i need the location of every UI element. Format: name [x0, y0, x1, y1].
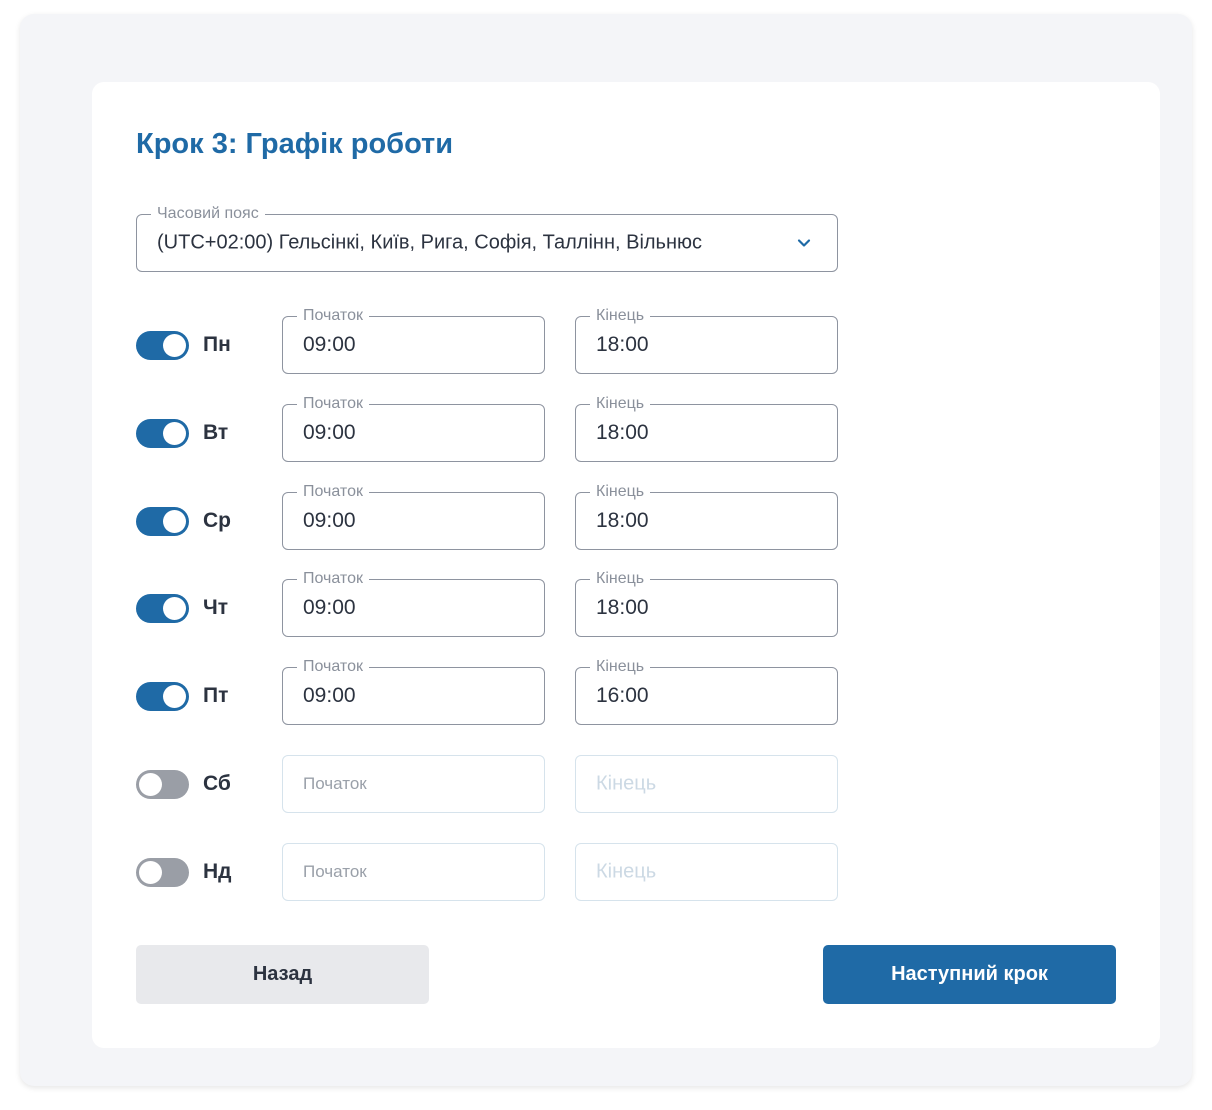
start-time-sunday[interactable]: Початок	[282, 843, 545, 901]
day-row-wednesday: Ср Початок 09:00 Кінець 18:00	[136, 482, 838, 550]
start-label: Початок	[297, 569, 369, 589]
toggle-knob	[163, 334, 186, 357]
toggle-tuesday[interactable]	[136, 419, 189, 448]
next-step-button[interactable]: Наступний крок	[823, 945, 1116, 1004]
start-label: Початок	[297, 306, 369, 326]
day-label-monday: Пн	[203, 333, 231, 356]
day-row-thursday: Чт Початок 09:00 Кінець 18:00	[136, 569, 838, 637]
day-row-saturday: Сб Початок Кінець	[136, 755, 838, 813]
day-row-tuesday: Вт Початок 09:00 Кінець 18:00	[136, 394, 838, 462]
start-label: Початок	[297, 657, 369, 677]
end-value: 18:00	[596, 509, 649, 532]
timezone-label: Часовий пояс	[151, 204, 265, 224]
end-value: 18:00	[596, 596, 649, 619]
toggle-monday[interactable]	[136, 331, 189, 360]
toggle-thursday[interactable]	[136, 594, 189, 623]
toggle-friday[interactable]	[136, 682, 189, 711]
end-label: Кінець	[590, 482, 651, 502]
end-label: Кінець	[590, 569, 651, 589]
end-placeholder: Кінець	[596, 772, 657, 795]
end-time-thursday[interactable]: Кінець 18:00	[575, 569, 838, 637]
day-row-friday: Пт Початок 09:00 Кінець 16:00	[136, 657, 838, 725]
schedule-card: Крок 3: Графік роботи Часовий пояс (UTC+…	[92, 82, 1160, 1048]
start-time-thursday[interactable]: Початок 09:00	[282, 569, 545, 637]
start-value: 09:00	[303, 421, 356, 444]
day-label-thursday: Чт	[203, 596, 229, 619]
start-placeholder: Початок	[303, 774, 367, 793]
end-time-monday[interactable]: Кінець 18:00	[575, 306, 838, 374]
end-time-tuesday[interactable]: Кінець 18:00	[575, 394, 838, 462]
end-value: 18:00	[596, 421, 649, 444]
end-label: Кінець	[590, 394, 651, 414]
toggle-wednesday[interactable]	[136, 507, 189, 536]
toggle-knob	[163, 597, 186, 620]
toggle-knob	[163, 685, 186, 708]
start-time-saturday[interactable]: Початок	[282, 755, 545, 813]
end-placeholder: Кінець	[596, 860, 657, 883]
end-label: Кінець	[590, 657, 651, 677]
start-label: Початок	[297, 482, 369, 502]
toggle-knob	[139, 773, 162, 796]
timezone-select[interactable]: Часовий пояс (UTC+02:00) Гельсінкі, Київ…	[136, 204, 838, 272]
start-time-monday[interactable]: Початок 09:00	[282, 306, 545, 374]
day-label-saturday: Сб	[203, 772, 231, 795]
chevron-down-icon[interactable]	[797, 236, 811, 250]
toggle-knob	[139, 861, 162, 884]
day-label-friday: Пт	[203, 684, 229, 707]
start-value: 09:00	[303, 596, 356, 619]
page-backdrop: Крок 3: Графік роботи Часовий пояс (UTC+…	[20, 14, 1192, 1086]
day-label-tuesday: Вт	[203, 421, 229, 444]
end-time-friday[interactable]: Кінець 16:00	[575, 657, 838, 725]
start-time-tuesday[interactable]: Початок 09:00	[282, 394, 545, 462]
start-label: Початок	[297, 394, 369, 414]
page-title: Крок 3: Графік роботи	[136, 128, 454, 160]
day-label-wednesday: Ср	[203, 509, 231, 532]
end-time-sunday[interactable]: Кінець	[575, 843, 838, 901]
end-value: 18:00	[596, 333, 649, 356]
start-value: 09:00	[303, 684, 356, 707]
toggle-saturday[interactable]	[136, 770, 189, 799]
day-label-sunday: Нд	[203, 860, 232, 883]
end-label: Кінець	[590, 306, 651, 326]
back-button[interactable]: Назад	[136, 945, 429, 1004]
toggle-sunday[interactable]	[136, 858, 189, 887]
start-placeholder: Початок	[303, 862, 367, 881]
toggle-knob	[163, 510, 186, 533]
start-value: 09:00	[303, 333, 356, 356]
end-value: 16:00	[596, 684, 649, 707]
end-time-wednesday[interactable]: Кінець 18:00	[575, 482, 838, 550]
start-value: 09:00	[303, 509, 356, 532]
start-time-friday[interactable]: Початок 09:00	[282, 657, 545, 725]
end-time-saturday[interactable]: Кінець	[575, 755, 838, 813]
day-row-sunday: Нд Початок Кінець	[136, 843, 838, 901]
day-row-monday: Пн Початок 09:00 Кінець 18:00	[136, 306, 838, 374]
start-time-wednesday[interactable]: Початок 09:00	[282, 482, 545, 550]
timezone-value: (UTC+02:00) Гельсінкі, Київ, Рига, Софія…	[157, 231, 703, 254]
toggle-knob	[163, 422, 186, 445]
